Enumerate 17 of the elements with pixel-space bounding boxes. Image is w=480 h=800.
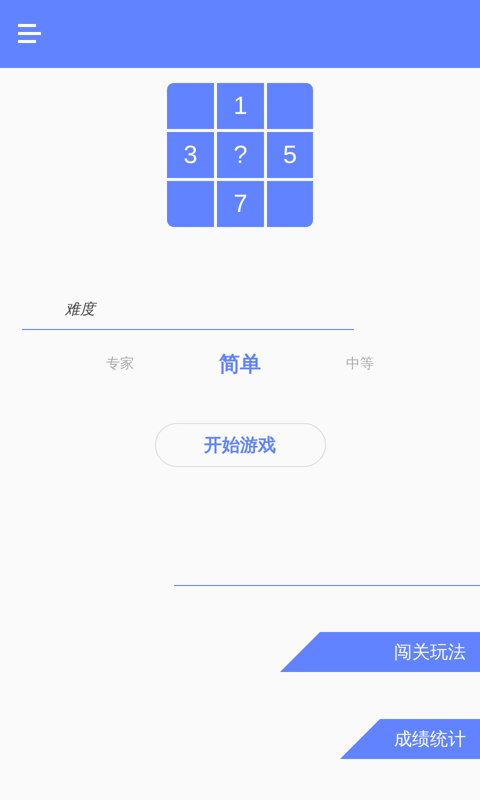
puzzle-tile: ? (217, 132, 264, 178)
puzzle-tile: 1 (217, 83, 264, 129)
puzzle-tile (167, 83, 214, 129)
start-game-button[interactable]: 开始游戏 (154, 423, 326, 467)
puzzle-tile: 7 (217, 181, 264, 227)
menu-button[interactable]: 成绩统计 (340, 719, 480, 759)
menu-button[interactable]: 闯关玩法 (280, 632, 480, 672)
difficulty-label: 难度 (65, 300, 95, 318)
puzzle-tile: 5 (267, 132, 313, 178)
difficulty-option[interactable]: 中等 (300, 355, 420, 373)
difficulty-option[interactable]: 专家 (60, 355, 180, 373)
puzzle-tile (267, 181, 313, 227)
menu-icon[interactable] (18, 24, 41, 44)
puzzle-tile (267, 83, 313, 129)
puzzle-tile (167, 181, 214, 227)
puzzle-tile: 3 (167, 132, 214, 178)
difficulty-option[interactable]: 简单 (180, 350, 300, 378)
